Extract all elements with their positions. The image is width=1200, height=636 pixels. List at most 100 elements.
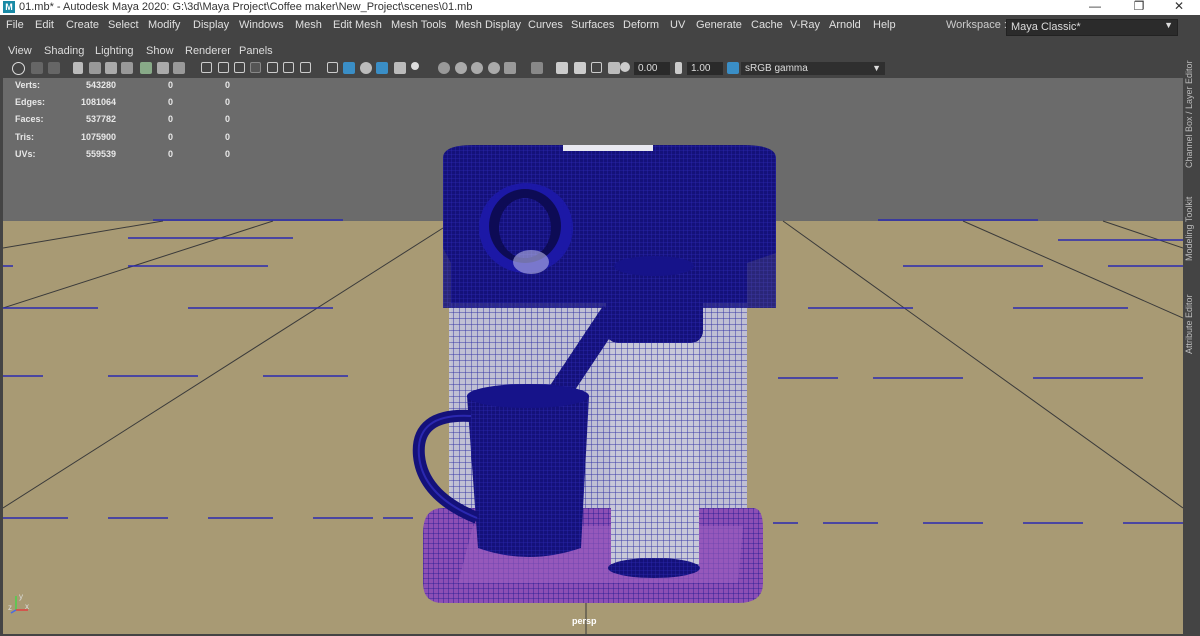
hud-verts-component: 0 xyxy=(225,80,231,90)
motion-blur-icon[interactable] xyxy=(411,62,419,70)
hud-tris-label: Tris: xyxy=(15,132,35,142)
right-side-tabs: Channel Box / Layer Editor Modeling Tool… xyxy=(1184,42,1200,636)
exposure-icon[interactable] xyxy=(608,62,620,74)
field-chart-icon[interactable] xyxy=(218,62,229,73)
workspace-value: Maya Classic* xyxy=(1011,21,1081,33)
menu-curves[interactable]: Curves xyxy=(528,19,563,31)
menu-display[interactable]: Display xyxy=(193,19,229,31)
axis-gizmo-icon: y x z xyxy=(8,592,30,617)
safe-action-icon[interactable] xyxy=(234,62,245,73)
hud-tris-selected: 0 xyxy=(168,132,174,142)
2d-pan-zoom-icon[interactable] xyxy=(105,62,117,74)
minimize-button[interactable]: — xyxy=(1080,0,1110,15)
xray-icon[interactable] xyxy=(488,62,500,74)
menu-edit-mesh[interactable]: Edit Mesh xyxy=(333,19,382,31)
hud-uvs-component: 0 xyxy=(225,149,231,159)
lock-camera-icon[interactable] xyxy=(31,62,43,74)
exposure-icon-dial[interactable] xyxy=(620,62,630,72)
menu-modify[interactable]: Modify xyxy=(148,19,180,31)
coffee-maker-model xyxy=(412,145,776,603)
bookmarks-icon[interactable] xyxy=(73,62,83,74)
camera-attributes-icon[interactable] xyxy=(48,62,60,74)
shadows-icon[interactable] xyxy=(376,62,388,74)
panel-menu-lighting[interactable]: Lighting xyxy=(95,45,134,57)
chevron-down-icon: ▼ xyxy=(872,63,881,73)
default-material-icon[interactable] xyxy=(300,62,311,73)
image-plane-icon[interactable] xyxy=(89,62,101,74)
depth-of-field-icon[interactable] xyxy=(455,62,467,74)
hud-edges-value: 1081064 xyxy=(80,97,116,107)
menu-help[interactable]: Help xyxy=(873,19,896,31)
textured-icon[interactable] xyxy=(343,62,355,74)
menu-edit[interactable]: Edit xyxy=(35,19,54,31)
xray-components-icon[interactable] xyxy=(531,62,543,74)
menu-create[interactable]: Create xyxy=(66,19,99,31)
menu-surfaces[interactable]: Surfaces xyxy=(571,19,614,31)
window-title: 01.mb* - Autodesk Maya 2020: G:\3d\Maya … xyxy=(19,1,473,13)
panel-menu-panels[interactable]: Panels xyxy=(239,45,273,57)
axis-x-label: x xyxy=(25,602,29,611)
resolution-gate-icon[interactable] xyxy=(173,62,185,74)
use-all-lights-icon[interactable] xyxy=(360,62,372,74)
menu-arnold[interactable]: Arnold xyxy=(829,19,861,31)
camera-color-icon[interactable] xyxy=(574,62,586,74)
menu-windows[interactable]: Windows xyxy=(239,19,284,31)
main-menu-bar: File Edit Create Select Modify Display W… xyxy=(0,15,1200,37)
workspace-dropdown[interactable]: Maya Classic* ▼ xyxy=(1006,19,1178,36)
panel-menu-view[interactable]: View xyxy=(8,45,32,57)
menu-mesh-tools[interactable]: Mesh Tools xyxy=(391,19,446,31)
menu-select[interactable]: Select xyxy=(108,19,139,31)
panel-menu-show[interactable]: Show xyxy=(146,45,174,57)
menu-mesh[interactable]: Mesh xyxy=(295,19,322,31)
select-camera-icon[interactable] xyxy=(12,62,25,75)
wireframe-icon[interactable] xyxy=(267,62,278,73)
menu-vray[interactable]: V-Ray xyxy=(790,19,820,31)
camera-label: persp xyxy=(572,616,597,626)
isolate-select-icon[interactable] xyxy=(471,62,483,74)
colorspace-dropdown[interactable]: sRGB gamma ▼ xyxy=(741,62,885,75)
gamma-field[interactable]: 1.00 xyxy=(687,62,723,75)
hud-edges-label: Edges: xyxy=(15,97,46,107)
hud-uvs-selected: 0 xyxy=(168,149,174,159)
menu-mesh-display[interactable]: Mesh Display xyxy=(455,19,521,31)
restore-button[interactable]: ❐ xyxy=(1124,0,1154,15)
hud-tris-component: 0 xyxy=(225,132,231,142)
tab-attribute-editor[interactable]: Attribute Editor xyxy=(1184,286,1200,362)
safe-title-icon[interactable] xyxy=(250,62,261,73)
menu-generate[interactable]: Generate xyxy=(696,19,742,31)
grid-toggle-icon[interactable] xyxy=(140,62,152,74)
gamma-icon[interactable] xyxy=(675,62,682,74)
xray-joints-icon[interactable] xyxy=(504,62,516,74)
persp-viewport[interactable]: Verts: Edges: Faces: Tris: UVs: 543280 1… xyxy=(3,78,1183,634)
texture-icon[interactable] xyxy=(591,62,602,73)
hud-edges-selected: 0 xyxy=(168,97,174,107)
grease-pencil-icon[interactable] xyxy=(121,62,133,74)
panel-toolbar: 0.00 1.00 sRGB gamma ▼ xyxy=(0,60,1183,78)
axis-z-label: z xyxy=(8,603,12,612)
tab-channel-box[interactable]: Channel Box / Layer Editor xyxy=(1184,50,1200,178)
hud-faces-component: 0 xyxy=(225,114,231,124)
wireframe-on-shaded-icon[interactable] xyxy=(327,62,338,73)
hud-toggle-icon[interactable] xyxy=(556,62,568,74)
title-bar: M 01.mb* - Autodesk Maya 2020: G:\3d\May… xyxy=(0,0,1200,15)
smooth-shade-icon[interactable] xyxy=(283,62,294,73)
gate-mask-icon[interactable] xyxy=(201,62,212,73)
menu-uv[interactable]: UV xyxy=(670,19,685,31)
tab-modeling-toolkit[interactable]: Modeling Toolkit xyxy=(1184,188,1200,270)
ambient-occlusion-icon[interactable] xyxy=(394,62,406,74)
film-gate-icon[interactable] xyxy=(157,62,169,74)
close-button[interactable]: ✕ xyxy=(1164,0,1194,15)
menu-cache[interactable]: Cache xyxy=(751,19,783,31)
exposure-field[interactable]: 0.00 xyxy=(634,62,670,75)
panel-menu-bar: View Shading Lighting Show Renderer Pane… xyxy=(0,42,1183,60)
hud-faces-value: 537782 xyxy=(85,114,116,124)
hud-faces-selected: 0 xyxy=(168,114,174,124)
hud-uvs-label: UVs: xyxy=(15,149,36,159)
panel-menu-shading[interactable]: Shading xyxy=(44,45,84,57)
menu-file[interactable]: File xyxy=(6,19,24,31)
menu-deform[interactable]: Deform xyxy=(623,19,659,31)
axis-y-label: y xyxy=(19,592,23,601)
anti-aliasing-icon[interactable] xyxy=(438,62,450,74)
color-management-icon[interactable] xyxy=(727,62,739,74)
panel-menu-renderer[interactable]: Renderer xyxy=(185,45,231,57)
